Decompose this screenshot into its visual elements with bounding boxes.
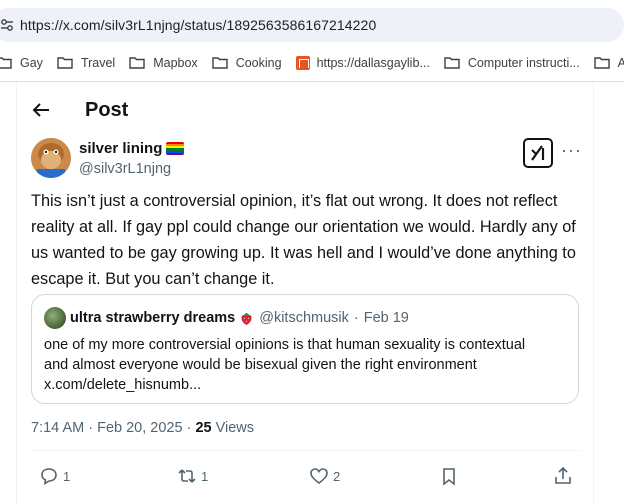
- folder-icon: [444, 57, 460, 69]
- rainbow-flag-icon: [166, 142, 185, 155]
- folder-icon: [211, 57, 228, 69]
- views-label: Views: [215, 420, 255, 436]
- quoted-post[interactable]: ultra strawberry dreams @kitschmusik · F…: [31, 294, 579, 404]
- quoted-author-handle: @kitschmusik: [259, 310, 349, 326]
- bookmarks-bar: Gay Travel Mapbox Cooking https://dallas…: [0, 44, 624, 82]
- divider: [31, 450, 579, 451]
- author-handle[interactable]: @silv3rL1njng: [79, 161, 171, 177]
- post-meta: 7:14 AM · Feb 20, 2025 · 25 Views: [31, 420, 254, 436]
- folder-icon: [0, 57, 12, 69]
- views-count: 25: [195, 420, 212, 436]
- folder-icon: [129, 57, 145, 69]
- page-title: Post: [85, 99, 129, 121]
- more-options-icon[interactable]: ···: [561, 140, 582, 161]
- quoted-text: one of my more controversial opinions is…: [44, 335, 564, 395]
- quoted-separator: ·: [353, 310, 359, 326]
- share-button[interactable]: [553, 466, 573, 486]
- heart-icon: [310, 468, 328, 485]
- bookmark-gay[interactable]: Gay: [0, 56, 43, 70]
- back-arrow-icon[interactable]: [31, 100, 51, 120]
- strawberry-icon: [241, 312, 252, 325]
- author-name-row: silver lining: [79, 140, 185, 157]
- repost-button[interactable]: 1: [177, 466, 208, 486]
- quoted-text-line: one of my more controversial opinions is…: [44, 337, 526, 353]
- bookmark-label: https://dallasgaylib...: [316, 55, 430, 70]
- quoted-avatar: [44, 307, 66, 329]
- like-button[interactable]: 2: [309, 466, 340, 486]
- grok-icon[interactable]: [523, 138, 553, 168]
- repost-icon: [178, 469, 196, 483]
- bookmark-dallasgaylib[interactable]: https://dallasgaylib...: [295, 55, 430, 70]
- share-icon: [555, 466, 571, 484]
- post-text: This isn’t just a controversial opinion,…: [31, 192, 576, 288]
- bookmark-mapbox[interactable]: Mapbox: [129, 55, 198, 70]
- quoted-post-header: ultra strawberry dreams @kitschmusik · F…: [44, 307, 409, 329]
- quoted-text-line: and almost everyone would be bisexual gi…: [44, 357, 477, 373]
- post-actions: 1 1 2: [31, 466, 581, 490]
- reply-count: 1: [63, 468, 71, 484]
- quoted-author-name: ultra strawberry dreams: [70, 310, 236, 326]
- site-info-icon[interactable]: [0, 18, 14, 32]
- reply-button[interactable]: 1: [39, 466, 70, 486]
- address-bar[interactable]: https://x.com/silv3rL1njng/status/189256…: [0, 8, 624, 42]
- bookmark-a[interactable]: A: [593, 56, 624, 70]
- bookmark-label: A: [618, 56, 624, 70]
- post-timestamp[interactable]: 7:14 AM · Feb 20, 2025 ·: [31, 420, 191, 436]
- browser-toolbar: https://x.com/silv3rL1njng/status/189256…: [0, 0, 624, 44]
- bookmark-label: Mapbox: [153, 55, 198, 70]
- bookmark-label: Gay: [20, 55, 43, 70]
- folder-icon: [593, 57, 610, 69]
- author-name[interactable]: silver lining: [79, 140, 162, 157]
- site-favicon-icon: [295, 55, 310, 70]
- url-text: https://x.com/silv3rL1njng/status/189256…: [20, 17, 377, 33]
- bookmark-computer-instructions[interactable]: Computer instructi...: [444, 56, 580, 70]
- post-header: Post: [17, 82, 593, 138]
- bookmark-icon: [443, 468, 455, 486]
- like-count: 2: [333, 468, 341, 484]
- bookmark-button[interactable]: [439, 466, 459, 486]
- bookmark-travel[interactable]: Travel: [57, 56, 115, 70]
- avatar[interactable]: [31, 138, 71, 178]
- quoted-link[interactable]: x.com/delete_hisnumb...: [44, 375, 564, 395]
- post-author: silver lining @silv3rL1njng ···: [31, 138, 591, 188]
- bookmark-label: Travel: [80, 55, 116, 70]
- bookmark-label: Computer instructi...: [467, 55, 580, 70]
- repost-count: 1: [201, 468, 209, 484]
- reply-icon: [41, 468, 57, 486]
- folder-icon: [57, 57, 73, 69]
- bookmark-cooking[interactable]: Cooking: [211, 55, 282, 70]
- quoted-date: Feb 19: [363, 310, 409, 326]
- post-column: Post silver lining @silv3rL1njng ··· Thi…: [16, 82, 594, 504]
- bookmark-label: Cooking: [235, 55, 282, 70]
